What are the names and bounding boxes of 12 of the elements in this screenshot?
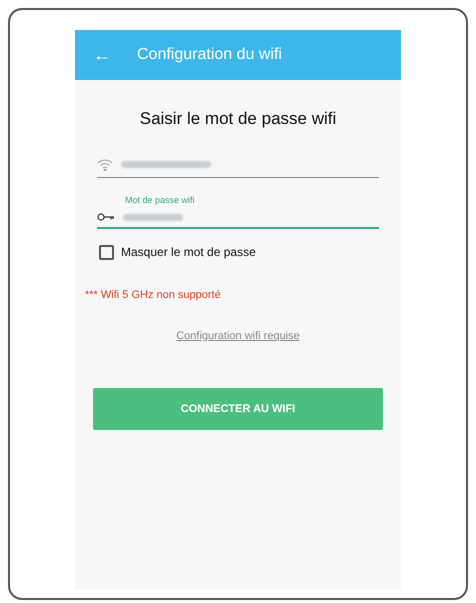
setup-link[interactable]: Configuration wifi requise bbox=[176, 328, 300, 344]
app-bar-title: Configuration du wifi bbox=[137, 45, 282, 65]
connect-button[interactable]: CONNECTER AU WIFI bbox=[93, 388, 383, 430]
back-button[interactable]: ← bbox=[93, 46, 111, 64]
wifi-icon bbox=[97, 158, 113, 170]
key-icon bbox=[97, 213, 115, 221]
network-field[interactable] bbox=[97, 158, 379, 178]
checkbox-label: Masquer le mot de passe bbox=[121, 244, 256, 261]
heading: Saisir le mot de passe wifi bbox=[138, 108, 338, 130]
warning-text: *** Wifi 5 GHz non supporté bbox=[85, 288, 222, 303]
password-label: Mot de passe wifi bbox=[125, 194, 196, 207]
checkbox[interactable] bbox=[99, 244, 114, 260]
